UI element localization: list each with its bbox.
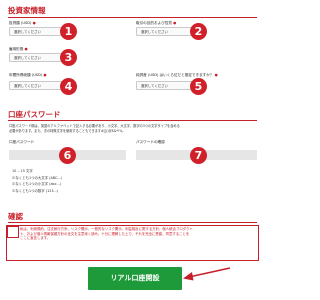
list-item: 少なくとも1つの大文字 (ABC...)	[12, 175, 62, 180]
password-confirm-label: パスワードの確認	[136, 140, 165, 144]
arrow-left-icon	[183, 267, 231, 281]
password-description: 口座パスワード欄は、英語のアルファベットで記入する必要があり、小文字、大文字、数…	[9, 124, 180, 133]
marker-4: 4	[60, 78, 77, 95]
investment-amount-label: 投資額 (USD) ●	[9, 21, 36, 25]
net-worth-label: 純資産 (USD) はいくら位だと推定できますか？ ●	[136, 73, 218, 77]
list-item: 少なくとも1つの数字 (123...)	[12, 188, 59, 193]
annual-income-label: 年間所得総額 (USD) ●	[9, 73, 47, 77]
marker-1: 1	[60, 23, 77, 40]
section-title-confirm: 確認	[8, 212, 23, 221]
section-title-password: 口座パスワード	[8, 110, 61, 119]
divider	[8, 17, 257, 18]
divider	[8, 222, 257, 223]
password-label: 口座パスワード	[9, 140, 35, 144]
employment-type-label: 雇用形態 ●	[9, 47, 28, 51]
marker-7: 7	[190, 147, 207, 164]
trading-purpose-label: 取引の目的および性質 ●	[136, 21, 177, 25]
list-item: 少なくとも1つの小文字 (abc...)	[12, 182, 62, 186]
divider	[8, 120, 257, 121]
marker-2: 2	[190, 23, 207, 40]
section-title-investor: 投資家情報	[8, 6, 46, 15]
list-item: 10 ‒ 15 文字	[12, 169, 33, 173]
password-requirements: 10 ‒ 15 文字 少なくとも1つの大文字 (ABC...) 少なくとも1つの…	[12, 168, 62, 193]
open-real-account-button[interactable]: リアル口座開設	[88, 267, 182, 290]
marker-3: 3	[60, 49, 77, 66]
highlight-frame	[6, 225, 259, 261]
marker-5: 5	[190, 78, 207, 95]
marker-6: 6	[59, 147, 76, 164]
